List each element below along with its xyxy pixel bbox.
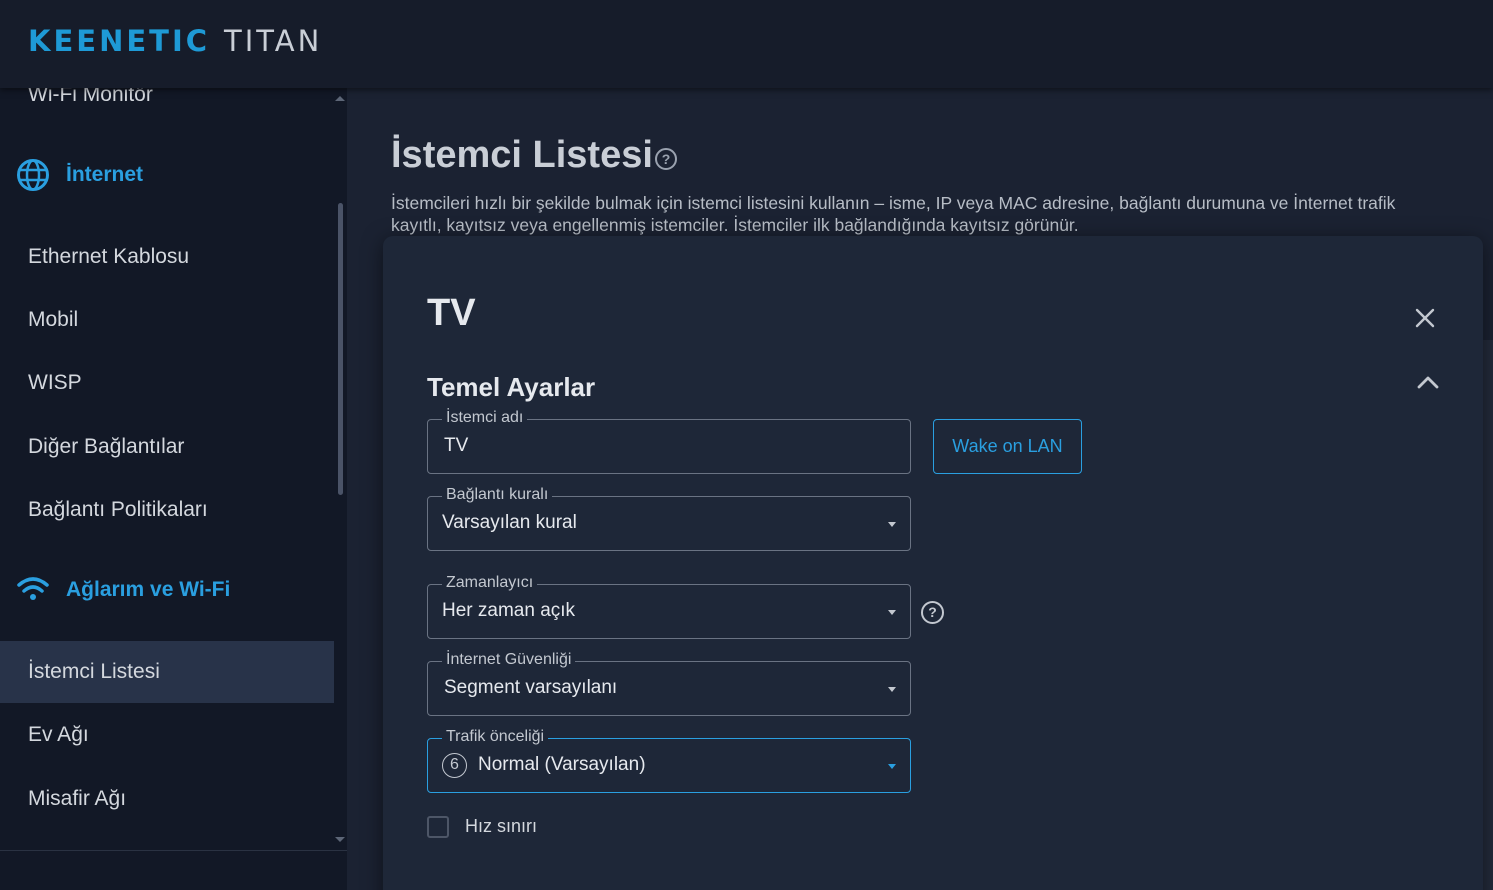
- sidebar-section-my-networks[interactable]: Ağlarım ve Wi-Fi: [16, 575, 230, 605]
- scroll-up-arrow[interactable]: [335, 96, 345, 101]
- sidebar-item-label: Misafir Ağı: [28, 787, 127, 810]
- field-value: Normal (Varsayılan): [478, 754, 646, 775]
- sidebar-item-label: İstemci Listesi: [28, 660, 160, 683]
- dialog-title: TV: [427, 292, 476, 334]
- sidebar-item-label: Mobil: [28, 308, 79, 331]
- sidebar-item-label: Wi-Fi Monitör: [28, 88, 153, 106]
- sidebar-item-home-network[interactable]: Ev Ağı: [0, 704, 334, 766]
- globe-icon: [17, 159, 49, 191]
- sidebar-item-wifi-monitor[interactable]: Wi-Fi Monitör: [0, 88, 334, 126]
- traffic-priority-select[interactable]: Trafik önceliği 6 Normal (Varsayılan): [427, 728, 911, 793]
- sidebar-item-guest-network[interactable]: Misafir Ağı: [0, 768, 334, 830]
- field-value: Her zaman açık: [442, 600, 576, 621]
- sidebar-item-label: WISP: [28, 371, 82, 394]
- speed-limit-checkbox[interactable]: [427, 816, 449, 838]
- section-label: Ağlarım ve Wi-Fi: [66, 578, 231, 601]
- sidebar-item-label: Diğer Bağlantılar: [28, 435, 185, 458]
- field-value: Segment varsayılanı: [444, 677, 618, 698]
- dropdown-caret-icon: [888, 522, 896, 527]
- sidebar-item-connection-policies[interactable]: Bağlantı Politikaları: [0, 479, 334, 541]
- sidebar: Wi-Fi Monitör İnternet Ethernet Kablosu …: [0, 88, 347, 890]
- wake-on-lan-button[interactable]: Wake on LAN: [933, 419, 1082, 474]
- client-name-field[interactable]: İstemci adı TV: [427, 409, 911, 474]
- brand-secondary: TITAN: [224, 24, 323, 58]
- scheduler-select[interactable]: Zamanlayıcı Her zaman açık: [427, 574, 911, 639]
- description-line: İstemcileri hızlı bir şekilde bulmak içi…: [391, 193, 1396, 213]
- sidebar-section-internet[interactable]: İnternet: [16, 158, 143, 192]
- brand-primary: KEENETIC: [28, 24, 211, 58]
- sidebar-item-other-connections[interactable]: Diğer Bağlantılar: [0, 416, 334, 478]
- field-label: Bağlantı kuralı: [442, 486, 553, 504]
- sidebar-item-client-list[interactable]: İstemci Listesi: [0, 641, 334, 703]
- page-description: İstemcileri hızlı bir şekilde bulmak içi…: [391, 192, 1493, 236]
- sidebar-item-label: Ethernet Kablosu: [28, 245, 190, 268]
- field-label: Trafik önceliği: [442, 728, 549, 746]
- dropdown-caret-icon: [888, 687, 896, 692]
- field-label: Zamanlayıcı: [442, 574, 538, 592]
- close-icon[interactable]: [1413, 306, 1437, 330]
- priority-level-badge: 6: [442, 753, 467, 778]
- top-bar: KEENETIC TITAN: [0, 0, 1493, 88]
- sidebar-scrollbar-thumb[interactable]: [338, 203, 343, 495]
- description-line: kayıtlı, kayıtsız veya engellenmiş istem…: [391, 215, 1079, 235]
- field-value: TV: [444, 435, 469, 456]
- sidebar-item-label: Ev Ağı: [28, 723, 89, 746]
- field-label: İstemci adı: [442, 409, 528, 427]
- dropdown-caret-icon: [888, 764, 896, 769]
- internet-security-select[interactable]: İnternet Güvenliği Segment varsayılanı: [427, 651, 911, 716]
- dropdown-caret-icon: [888, 610, 896, 615]
- wifi-icon: [17, 577, 49, 600]
- sidebar-item-wisp[interactable]: WISP: [0, 352, 334, 414]
- speed-limit-label: Hız sınırı: [465, 816, 538, 836]
- connection-rule-select[interactable]: Bağlantı kuralı Varsayılan kural: [427, 486, 911, 551]
- field-value: Varsayılan kural: [442, 512, 577, 533]
- scroll-down-arrow[interactable]: [335, 837, 345, 842]
- section-title: Temel Ayarlar: [427, 372, 596, 402]
- help-icon[interactable]: ?: [655, 148, 677, 170]
- field-label: İnternet Güvenliği: [442, 651, 576, 669]
- sidebar-item-ethernet[interactable]: Ethernet Kablosu: [0, 226, 334, 288]
- sidebar-item-label: Bağlantı Politikaları: [28, 498, 208, 521]
- section-label: İnternet: [66, 163, 144, 186]
- scheduler-help-icon[interactable]: ?: [921, 601, 944, 624]
- sidebar-divider: [0, 850, 347, 851]
- page-title: İstemci Listesi: [391, 134, 653, 176]
- chevron-up-icon[interactable]: [1415, 372, 1441, 392]
- sidebar-item-mobile[interactable]: Mobil: [0, 289, 334, 351]
- client-settings-dialog: TV Temel Ayarlar İstemci adı TV Wake on …: [383, 236, 1483, 890]
- brand-logo[interactable]: KEENETIC TITAN: [28, 24, 322, 58]
